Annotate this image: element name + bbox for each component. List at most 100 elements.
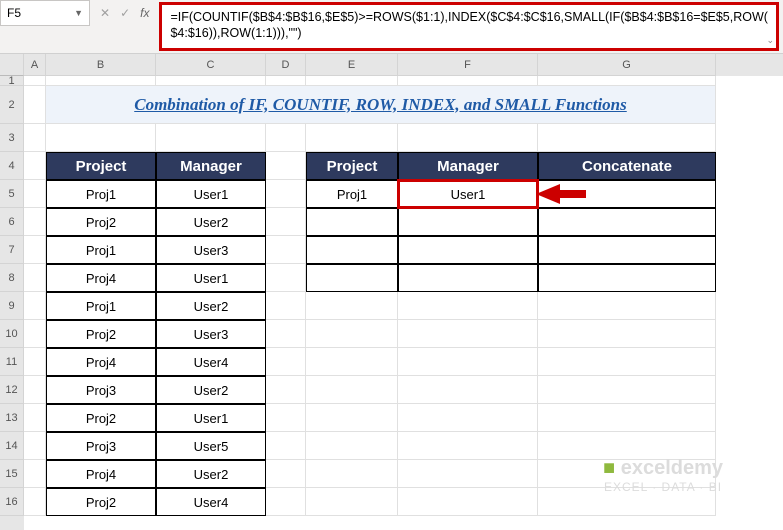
cell-E16[interactable]	[306, 488, 398, 516]
left-cell-3-1[interactable]: User1	[156, 264, 266, 292]
cell-A10[interactable]	[24, 320, 46, 348]
chevron-down-icon[interactable]: ▼	[74, 8, 83, 18]
cell-A7[interactable]	[24, 236, 46, 264]
cell-G12[interactable]	[538, 376, 716, 404]
cell-D15[interactable]	[266, 460, 306, 488]
cell-D16[interactable]	[266, 488, 306, 516]
cell-E12[interactable]	[306, 376, 398, 404]
cell-D8[interactable]	[266, 264, 306, 292]
left-cell-9-0[interactable]: Proj3	[46, 432, 156, 460]
cell-A15[interactable]	[24, 460, 46, 488]
left-cell-10-1[interactable]: User2	[156, 460, 266, 488]
cell-A8[interactable]	[24, 264, 46, 292]
cell-A11[interactable]	[24, 348, 46, 376]
col-header-F[interactable]: F	[398, 54, 538, 76]
row-header-6[interactable]: 6	[0, 208, 24, 236]
cell-A2[interactable]	[24, 86, 46, 124]
select-all-corner[interactable]	[0, 54, 24, 76]
name-box[interactable]: F5 ▼	[0, 0, 90, 26]
cell-G3[interactable]	[538, 124, 716, 152]
cell-F13[interactable]	[398, 404, 538, 432]
left-cell-0-0[interactable]: Proj1	[46, 180, 156, 208]
cell-D13[interactable]	[266, 404, 306, 432]
cell-D10[interactable]	[266, 320, 306, 348]
cell-D4[interactable]	[266, 152, 306, 180]
left-cell-3-0[interactable]: Proj4	[46, 264, 156, 292]
cell-G10[interactable]	[538, 320, 716, 348]
col-header-G[interactable]: G	[538, 54, 716, 76]
grid-body[interactable]: Combination of IF, COUNTIF, ROW, INDEX, …	[24, 76, 783, 516]
cell-D9[interactable]	[266, 292, 306, 320]
cell-A4[interactable]	[24, 152, 46, 180]
row-header-7[interactable]: 7	[0, 236, 24, 264]
cell-G9[interactable]	[538, 292, 716, 320]
left-cell-1-0[interactable]: Proj2	[46, 208, 156, 236]
row-header-11[interactable]: 11	[0, 348, 24, 376]
cell-D14[interactable]	[266, 432, 306, 460]
formula-bar[interactable]	[162, 5, 776, 48]
expand-formula-icon[interactable]: ⌄	[766, 35, 774, 46]
left-cell-4-0[interactable]: Proj1	[46, 292, 156, 320]
cell-A9[interactable]	[24, 292, 46, 320]
left-cell-0-1[interactable]: User1	[156, 180, 266, 208]
cell-E15[interactable]	[306, 460, 398, 488]
right-cell-3-0[interactable]	[306, 264, 398, 292]
right-cell-2-1[interactable]	[398, 236, 538, 264]
right-cell-2-2[interactable]	[538, 236, 716, 264]
cell-A13[interactable]	[24, 404, 46, 432]
left-cell-11-0[interactable]: Proj2	[46, 488, 156, 516]
row-header-16[interactable]: 16	[0, 488, 24, 516]
row-header-10[interactable]: 10	[0, 320, 24, 348]
left-cell-7-0[interactable]: Proj3	[46, 376, 156, 404]
cell-D5[interactable]	[266, 180, 306, 208]
left-cell-10-0[interactable]: Proj4	[46, 460, 156, 488]
left-cell-6-0[interactable]: Proj4	[46, 348, 156, 376]
row-header-2[interactable]: 2	[0, 86, 24, 124]
cell-G1[interactable]	[538, 76, 716, 86]
cancel-icon[interactable]: ✕	[100, 6, 110, 20]
cell-D7[interactable]	[266, 236, 306, 264]
cell-E9[interactable]	[306, 292, 398, 320]
right-cell-0-0[interactable]: Proj1	[306, 180, 398, 208]
cell-G11[interactable]	[538, 348, 716, 376]
cell-A3[interactable]	[24, 124, 46, 152]
row-header-9[interactable]: 9	[0, 292, 24, 320]
cell-C1[interactable]	[156, 76, 266, 86]
cell-E1[interactable]	[306, 76, 398, 86]
accept-icon[interactable]: ✓	[120, 6, 130, 20]
row-header-4[interactable]: 4	[0, 152, 24, 180]
col-header-C[interactable]: C	[156, 54, 266, 76]
right-cell-3-1[interactable]	[398, 264, 538, 292]
fx-icon[interactable]: fx	[140, 6, 149, 20]
right-cell-3-2[interactable]	[538, 264, 716, 292]
cell-E3[interactable]	[306, 124, 398, 152]
cell-E10[interactable]	[306, 320, 398, 348]
left-cell-8-0[interactable]: Proj2	[46, 404, 156, 432]
cell-B3[interactable]	[46, 124, 156, 152]
cell-F9[interactable]	[398, 292, 538, 320]
cell-F3[interactable]	[398, 124, 538, 152]
row-header-14[interactable]: 14	[0, 432, 24, 460]
cell-A1[interactable]	[24, 76, 46, 86]
cell-F12[interactable]	[398, 376, 538, 404]
cell-A5[interactable]	[24, 180, 46, 208]
row-header-8[interactable]: 8	[0, 264, 24, 292]
cell-C3[interactable]	[156, 124, 266, 152]
left-cell-11-1[interactable]: User4	[156, 488, 266, 516]
cell-A12[interactable]	[24, 376, 46, 404]
cell-F10[interactable]	[398, 320, 538, 348]
cell-F1[interactable]	[398, 76, 538, 86]
cell-B1[interactable]	[46, 76, 156, 86]
cell-F11[interactable]	[398, 348, 538, 376]
right-cell-2-0[interactable]	[306, 236, 398, 264]
cell-A16[interactable]	[24, 488, 46, 516]
col-header-D[interactable]: D	[266, 54, 306, 76]
left-cell-8-1[interactable]: User1	[156, 404, 266, 432]
cell-D1[interactable]	[266, 76, 306, 86]
row-header-13[interactable]: 13	[0, 404, 24, 432]
cell-D6[interactable]	[266, 208, 306, 236]
cell-D11[interactable]	[266, 348, 306, 376]
cell-F15[interactable]	[398, 460, 538, 488]
left-cell-9-1[interactable]: User5	[156, 432, 266, 460]
col-header-A[interactable]: A	[24, 54, 46, 76]
